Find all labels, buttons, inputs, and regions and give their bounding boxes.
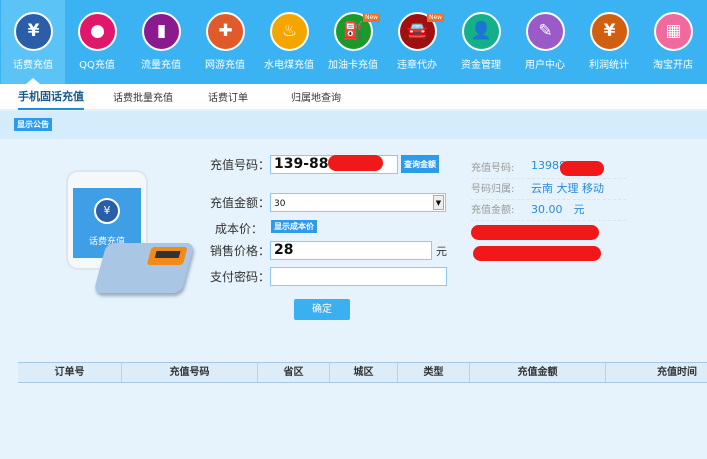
nav-label: 资金管理 <box>461 60 501 71</box>
grid-icon: ▦ <box>654 12 693 51</box>
info-label: 号码归属: <box>471 184 515 195</box>
nav-item-4[interactable]: ♨ 水电煤充值 <box>257 0 321 84</box>
price-unit: 元 <box>436 245 447 258</box>
column-header: 充值号码 <box>122 363 258 382</box>
redaction-mark <box>328 155 383 171</box>
amount-label: 充值金额： <box>209 196 270 210</box>
user-icon: 👤 <box>462 12 501 51</box>
submit-button[interactable]: 确定 <box>294 299 350 320</box>
redaction-mark <box>560 161 604 176</box>
phone-label: 充值号码： <box>209 158 270 172</box>
nav-label: 淘宝开店 <box>653 60 693 71</box>
orders-table-header: 订单号 充值号码 省区 城区 类型 充值金额 充值时间 <box>18 362 707 383</box>
info-location: 号码归属: 云南 大理 移动 <box>471 180 626 200</box>
column-header: 城区 <box>330 363 398 382</box>
nav-item-9[interactable]: ¥ 利润统计 <box>577 0 641 84</box>
data-bars-icon: ▮ <box>142 12 181 51</box>
query-amount-button[interactable]: 查询金额 <box>401 155 439 173</box>
redaction-mark <box>473 246 601 261</box>
column-header: 省区 <box>258 363 330 382</box>
nav-item-5[interactable]: ⛽ 加油卡充值 New <box>321 0 385 84</box>
info-label: 充值金额: <box>471 205 515 216</box>
column-header: 充值时间 <box>657 367 697 378</box>
amount-value: 30 <box>274 199 286 209</box>
cost-label: 成本价： <box>214 222 263 236</box>
nav-label: 利润统计 <box>589 60 629 71</box>
nav-label: 话费充值 <box>13 60 53 71</box>
new-badge: New <box>363 14 381 22</box>
redaction-mark <box>471 225 599 240</box>
password-label: 支付密码： <box>209 270 270 284</box>
column-header: 订单号 <box>18 363 122 382</box>
mobile-yuan-icon: ¥ <box>14 12 53 51</box>
nav-item-3[interactable]: ✚ 网游充值 <box>193 0 257 84</box>
show-notice-button[interactable]: 显示公告 <box>14 118 52 131</box>
nav-label: 网游充值 <box>205 60 245 71</box>
notice-bar: 显示公告 <box>0 111 707 139</box>
tab-orders[interactable]: 话费订单 <box>208 89 248 104</box>
gamepad-icon: ✚ <box>206 12 245 51</box>
nav-item-7[interactable]: 👤 资金管理 <box>449 0 513 84</box>
password-input[interactable] <box>270 267 447 286</box>
amount-select[interactable]: 30 ▼ <box>270 193 446 212</box>
tab-mobile-recharge[interactable]: 手机固话充值 <box>18 88 84 110</box>
column-header: 类型 <box>398 363 470 382</box>
show-cost-button[interactable]: 显示成本价 <box>271 220 317 233</box>
tab-location-query[interactable]: 归属地查询 <box>291 89 341 104</box>
utility-flame-icon: ♨ <box>270 12 309 51</box>
nav-item-1[interactable]: ● QQ充值 <box>65 0 129 84</box>
user-edit-icon: ✎ <box>526 12 565 51</box>
yuan-icon: ¥ <box>590 12 629 51</box>
nav-label: 流量充值 <box>141 60 181 71</box>
qq-penguin-icon: ● <box>78 12 117 51</box>
nav-item-6[interactable]: 🚘 违章代办 New <box>385 0 449 84</box>
info-value: 云南 大理 移动 <box>531 182 604 195</box>
tab-batch-recharge[interactable]: 话费批量充值 <box>113 89 173 104</box>
price-input[interactable]: 28 <box>270 241 432 260</box>
column-header: 充值金额 <box>470 363 606 382</box>
new-badge: New <box>427 14 445 22</box>
price-label: 销售价格： <box>209 244 270 258</box>
nav-label: 加油卡充值 <box>328 60 378 71</box>
nav-item-2[interactable]: ▮ 流量充值 <box>129 0 193 84</box>
nav-label: 违章代办 <box>397 60 437 71</box>
telephone-icon <box>93 243 195 293</box>
nav-label: 用户中心 <box>525 60 565 71</box>
nav-label: 水电煤充值 <box>264 60 314 71</box>
nav-label: QQ充值 <box>79 60 115 71</box>
chevron-down-icon[interactable]: ▼ <box>433 195 444 210</box>
info-value: 30.00 元 <box>531 203 585 216</box>
mobile-icon: ¥ <box>94 198 120 224</box>
sub-tabs: 手机固话充值 话费批量充值 话费订单 归属地查询 <box>0 84 707 110</box>
info-amount: 充值金额: 30.00 元 <box>471 201 626 221</box>
info-label: 充值号码: <box>471 163 515 174</box>
nav-item-10[interactable]: ▦ 淘宝开店 <box>641 0 705 84</box>
top-nav: ¥ 话费充值 ● QQ充值 ▮ 流量充值 ✚ 网游充值 ♨ 水电煤充值 ⛽ 加油卡充值 New 🚘 违章代办… <box>0 0 707 84</box>
nav-item-8[interactable]: ✎ 用户中心 <box>513 0 577 84</box>
nav-item-0[interactable]: ¥ 话费充值 <box>1 0 65 84</box>
